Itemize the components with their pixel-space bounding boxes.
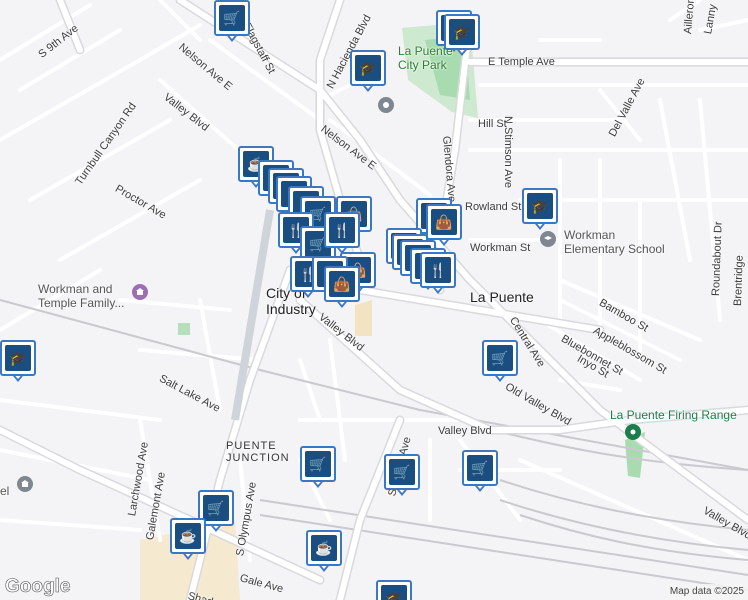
coffee-pin[interactable]: ☕ <box>170 518 206 564</box>
shopping-cart-icon: 🛒 <box>487 345 513 371</box>
school-icon[interactable] <box>540 231 556 247</box>
graduation-cap-icon: 🎓 <box>381 585 407 600</box>
label-el: el <box>0 484 10 498</box>
graduation-cap-icon: 🎓 <box>527 193 553 219</box>
graduation-cap-icon: 🎓 <box>355 55 381 81</box>
restaurant-icon: 🍴 <box>425 257 451 283</box>
label-hill-st: Hill St <box>478 118 507 130</box>
label-la-puente-firing-range: La Puente Firing Range <box>610 408 737 422</box>
graduation-cap-icon: 🎓 <box>5 345 31 371</box>
coffee-icon: ☕ <box>311 535 337 561</box>
google-logo[interactable]: Google <box>5 576 71 598</box>
graduation-cap-pin[interactable]: 🎓 <box>444 14 480 60</box>
map-attribution[interactable]: Map data ©2025 <box>665 584 748 600</box>
shopping-cart-icon: 🛒 <box>467 455 493 481</box>
shopping-cart-pin[interactable]: 🛒 <box>384 454 420 500</box>
label-workman-temple: Workman and Temple Family... <box>38 282 125 310</box>
shopping-bag-icon: 👜 <box>431 209 457 235</box>
shopping-bag-icon: 👜 <box>329 271 355 297</box>
map-canvas[interactable]: S 9th Ave Flagstaff St Nelson Ave EN Hacie… <box>0 0 748 600</box>
graduation-cap-pin[interactable]: 🎓 <box>376 580 412 600</box>
label-workman-elementary: Workman Elementary School <box>564 228 665 256</box>
coffee-pin[interactable]: ☕ <box>306 530 342 576</box>
restaurant-icon: 🍴 <box>329 217 355 243</box>
museum-icon[interactable] <box>132 284 148 300</box>
graduation-cap-pin[interactable]: 🎓 <box>0 340 36 386</box>
label-la-puente: La Puente <box>470 289 534 305</box>
label-workman-st: Workman St <box>470 242 531 254</box>
shopping-bag-pin[interactable]: 👜 <box>324 266 360 312</box>
firing-range-pin-icon[interactable] <box>625 424 641 440</box>
small-park <box>178 323 190 335</box>
shopping-cart-icon: 🛒 <box>305 451 331 477</box>
label-e-temple-ave: E Temple Ave <box>488 56 555 68</box>
label-brentridge: Brentridge <box>732 255 746 307</box>
shopping-cart-icon: 🛒 <box>389 459 415 485</box>
shopping-cart-pin[interactable]: 🛒 <box>462 450 498 496</box>
shopping-cart-icon: 🛒 <box>219 5 245 31</box>
graduation-cap-pin[interactable]: 🎓 <box>350 50 386 96</box>
label-rowland-st: Rowland St <box>465 201 522 213</box>
shopping-cart-pin[interactable]: 🛒 <box>482 340 518 386</box>
museum-icon-2[interactable] <box>17 476 33 492</box>
restaurant-pin[interactable]: 🍴 <box>420 252 456 298</box>
coffee-icon: ☕ <box>175 523 201 549</box>
shopping-cart-pin[interactable]: 🛒 <box>300 446 336 492</box>
poi-gray-icon[interactable] <box>378 97 394 113</box>
graduation-cap-pin[interactable]: 🎓 <box>522 188 558 234</box>
shopping-cart-pin[interactable]: 🛒 <box>214 0 250 46</box>
label-valley-blvd-3: Valley Blvd <box>438 425 492 437</box>
shopping-cart-icon: 🛒 <box>203 495 229 521</box>
graduation-cap-icon: 🎓 <box>449 19 475 45</box>
label-puente-junction: PUENTE JUNCTION <box>226 440 290 464</box>
